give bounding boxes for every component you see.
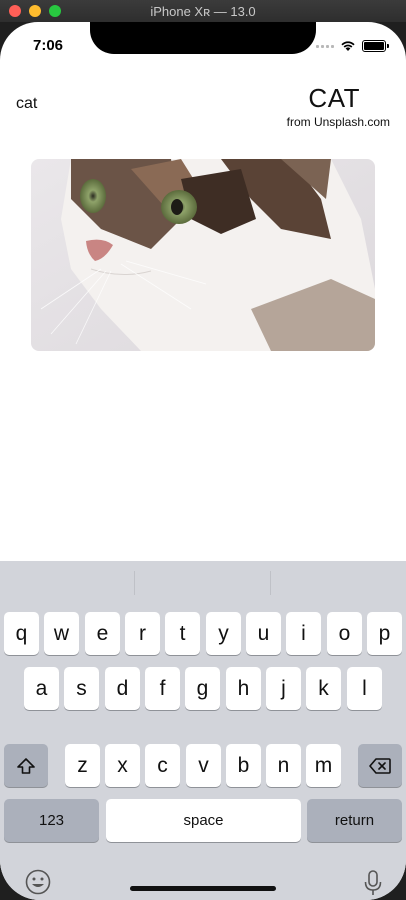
source-subtitle: from Unsplash.com [286,115,390,129]
key-x[interactable]: x [105,744,140,787]
wifi-icon [341,41,355,51]
key-u[interactable]: u [246,612,281,655]
key-h[interactable]: h [226,667,261,710]
key-v[interactable]: v [186,744,221,787]
key-k[interactable]: k [306,667,341,710]
page-title: CAT [308,83,360,113]
shift-key[interactable] [4,744,48,787]
emoji-icon[interactable] [25,869,51,895]
key-j[interactable]: j [266,667,301,710]
key-g[interactable]: g [185,667,220,710]
key-f[interactable]: f [145,667,180,710]
key-l[interactable]: l [347,667,382,710]
keyboard: q w e r t y u i o p a s d f g h j k l z … [0,561,406,900]
predict-divider [270,571,271,595]
home-indicator[interactable] [130,886,276,891]
status-indicators [316,40,389,52]
key-e[interactable]: e [85,612,120,655]
simulator-title: iPhone Xʀ — 13.0 [150,3,256,19]
signal-icon [316,44,334,48]
predict-divider [134,571,135,595]
shift-icon [17,757,35,774]
key-i[interactable]: i [286,612,321,655]
key-n[interactable]: n [266,744,301,787]
key-c[interactable]: c [145,744,180,787]
key-p[interactable]: p [367,612,402,655]
space-key[interactable]: space [106,799,301,842]
phone-screen: 7:06 cat CAT from Unsplash.com q w e r t… [0,22,406,900]
notch [90,22,316,54]
microphone-icon[interactable] [364,870,382,896]
simulator-title-bar: iPhone Xʀ — 13.0 [0,0,406,22]
key-r[interactable]: r [125,612,160,655]
key-b[interactable]: b [226,744,261,787]
backspace-icon [369,757,391,774]
predictive-bar [0,561,406,605]
key-m[interactable]: m [306,744,341,787]
key-a[interactable]: a [24,667,59,710]
delete-key[interactable] [358,744,402,787]
close-window-button[interactable] [9,5,21,17]
zoom-window-button[interactable] [49,5,61,17]
return-key[interactable]: return [307,799,402,842]
cat-photo[interactable] [31,159,375,351]
minimize-window-button[interactable] [29,5,41,17]
key-w[interactable]: w [44,612,79,655]
search-query-text[interactable]: cat [16,95,37,113]
status-time: 7:06 [33,37,64,54]
key-y[interactable]: y [206,612,241,655]
key-d[interactable]: d [105,667,140,710]
key-t[interactable]: t [165,612,200,655]
key-z[interactable]: z [65,744,100,787]
key-o[interactable]: o [327,612,362,655]
key-q[interactable]: q [4,612,39,655]
key-s[interactable]: s [64,667,99,710]
numbers-key[interactable]: 123 [4,799,99,842]
battery-icon [362,40,389,52]
